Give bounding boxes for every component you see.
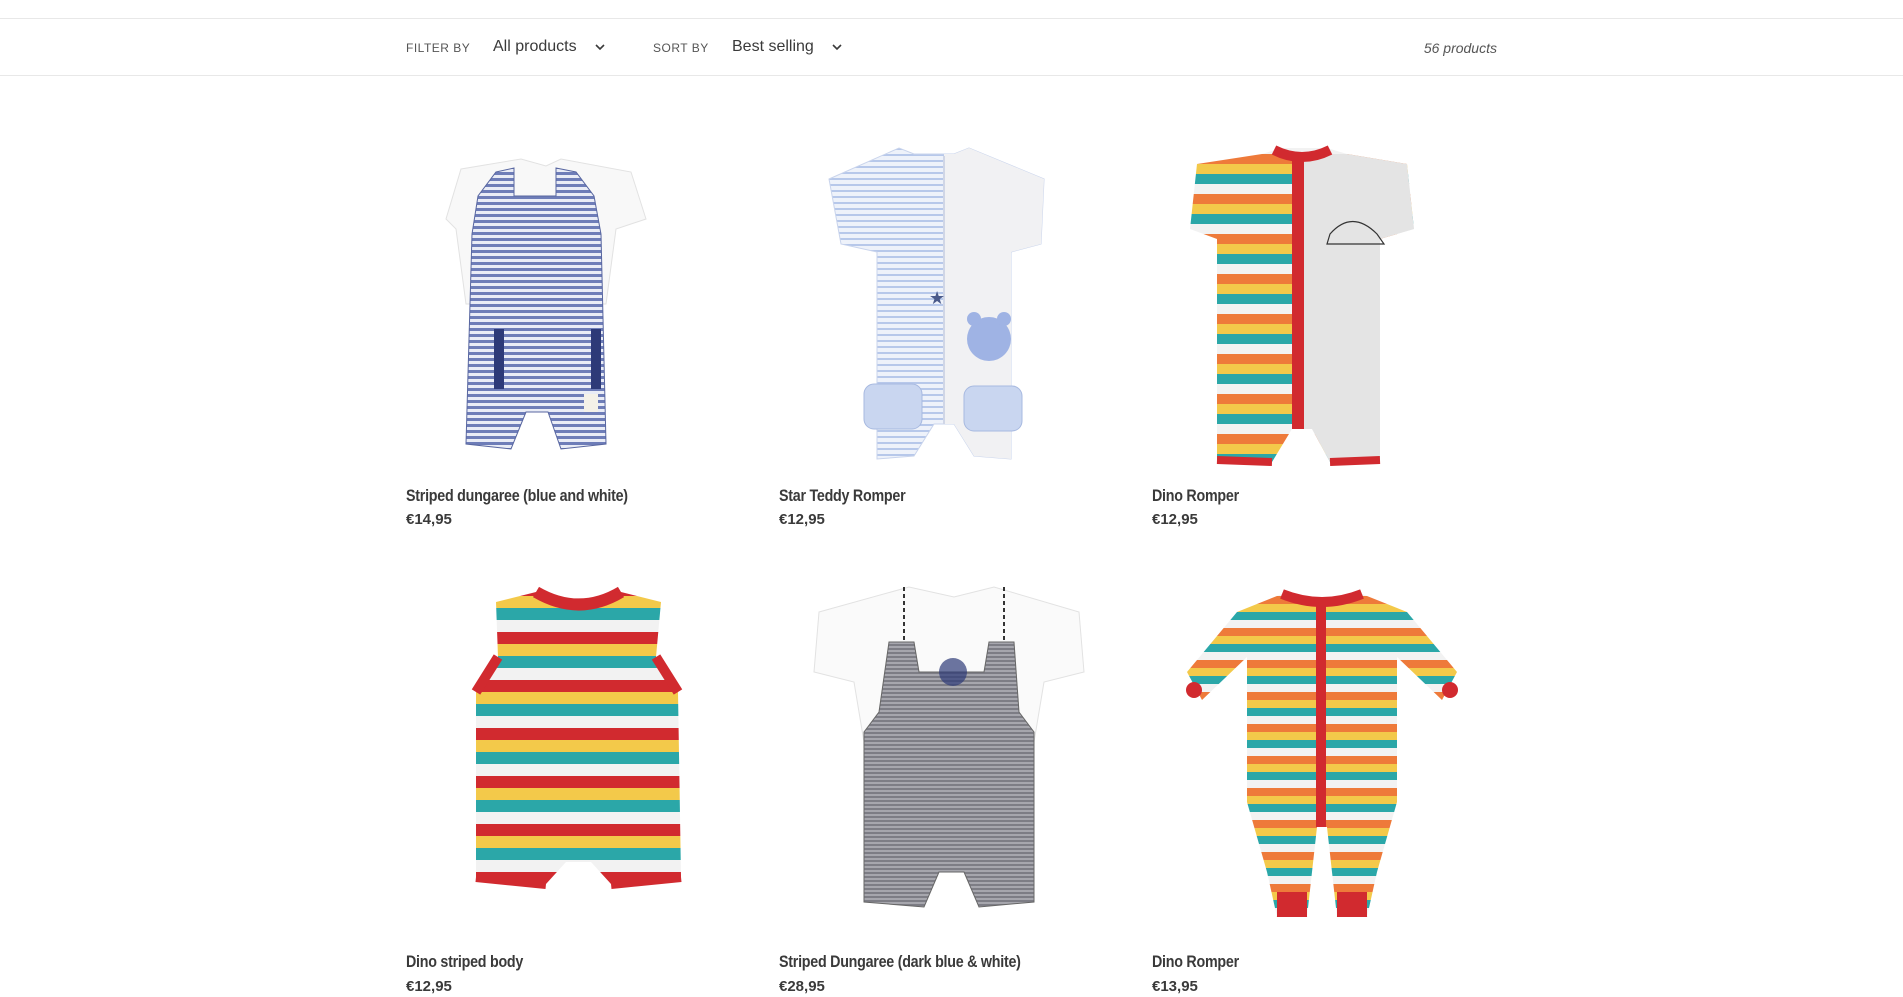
filter-select[interactable]: All products <box>493 35 607 59</box>
product-price: €14,95 <box>406 511 452 528</box>
sort-value: Best selling <box>732 38 814 55</box>
svg-text:★: ★ <box>929 288 945 309</box>
product-card[interactable]: Striped dungaree (blue and white) €14,95 <box>406 124 753 528</box>
product-price: €12,95 <box>779 511 825 528</box>
product-title[interactable]: Striped dungaree (blue and white) <box>406 486 628 506</box>
product-image[interactable] <box>779 572 1126 918</box>
collection-toolbar: FILTER BY All products SORT BY Best sell… <box>0 19 1903 76</box>
romper-image <box>1190 145 1414 466</box>
product-price: €12,95 <box>406 978 452 995</box>
romper-image: ★ <box>828 147 1045 460</box>
product-image[interactable] <box>1152 572 1499 918</box>
romper-image <box>1186 589 1458 917</box>
sort-select[interactable]: Best selling <box>732 35 844 59</box>
filter-value: All products <box>493 38 577 55</box>
filter-label: FILTER BY <box>406 41 471 55</box>
product-price: €13,95 <box>1152 978 1198 995</box>
product-image[interactable]: ★ <box>779 124 1126 470</box>
product-title[interactable]: Dino Romper <box>1152 486 1239 506</box>
product-title[interactable]: Star Teddy Romper <box>779 486 906 506</box>
romper-image <box>445 158 647 450</box>
product-title[interactable]: Dino striped body <box>406 952 523 972</box>
product-image[interactable] <box>1152 124 1499 470</box>
product-price: €12,95 <box>1152 511 1198 528</box>
product-card[interactable]: Dino Romper €12,95 <box>1152 124 1499 528</box>
romper-image <box>471 586 683 889</box>
product-card[interactable]: Dino Romper €13,95 <box>1152 572 1499 995</box>
product-title[interactable]: Dino Romper <box>1152 952 1239 972</box>
product-price: €28,95 <box>779 978 825 995</box>
product-title[interactable]: Striped Dungaree (dark blue & white) <box>779 952 1021 972</box>
product-image[interactable] <box>406 124 753 470</box>
product-card[interactable]: Striped Dungaree (dark blue & white) €28… <box>779 572 1126 995</box>
chevron-down-icon <box>595 44 605 51</box>
sort-label: SORT BY <box>653 41 709 55</box>
romper-image <box>813 586 1085 908</box>
chevron-down-icon <box>832 44 842 51</box>
product-card[interactable]: Dino striped body €12,95 <box>406 572 753 995</box>
product-card[interactable]: ★ Star Teddy Romper €12,95 <box>779 124 1126 528</box>
product-count: 56 products <box>1423 40 1497 56</box>
product-image[interactable] <box>406 572 753 918</box>
